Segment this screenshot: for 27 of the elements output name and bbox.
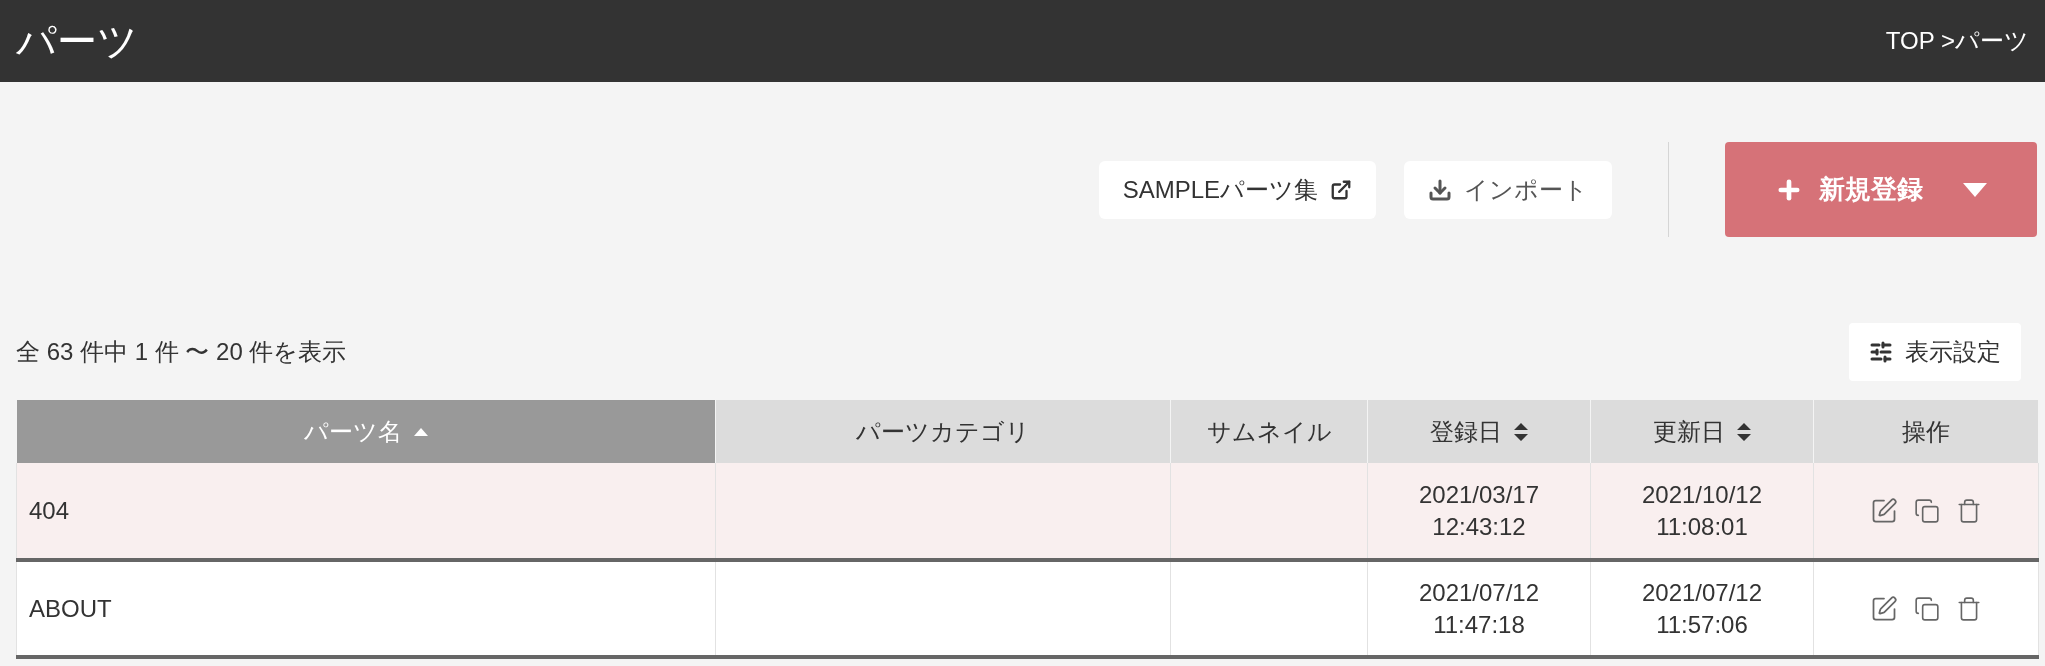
page-title: パーツ <box>16 18 138 65</box>
column-header[interactable]: 更新日 <box>1590 400 1814 463</box>
external-link-icon <box>1330 178 1352 201</box>
table-cell: ABOUT <box>16 560 716 657</box>
trash-icon[interactable] <box>1956 497 1982 524</box>
trash-icon[interactable] <box>1956 595 1982 622</box>
column-header: パーツカテゴリ <box>715 400 1171 463</box>
sample-link-button[interactable]: SAMPLEパーツ集 <box>1098 160 1376 219</box>
copy-icon[interactable] <box>1914 497 1940 524</box>
download-icon <box>1428 177 1452 202</box>
import-button[interactable]: インポート <box>1404 160 1612 219</box>
display-settings-button[interactable]: 表示設定 <box>1849 323 2021 381</box>
copy-icon[interactable] <box>1914 595 1940 622</box>
table-cell: 2021/07/12 11:47:18 <box>1367 560 1591 657</box>
result-count: 全 63 件中 1 件 〜 20 件を表示 <box>16 337 347 367</box>
breadcrumb: TOP >パーツ <box>1885 26 2029 56</box>
table-cell: 2021/10/12 11:08:01 <box>1590 463 1814 560</box>
table-cell: 2021/03/17 12:43:12 <box>1367 463 1591 560</box>
edit-icon[interactable] <box>1870 496 1898 525</box>
column-header: 操作 <box>1813 400 2039 463</box>
edit-icon[interactable] <box>1870 594 1898 623</box>
table-cell: 404 <box>16 463 716 560</box>
column-header: サムネイル <box>1170 400 1368 463</box>
sliders-icon <box>1869 340 1893 364</box>
column-header[interactable]: 登録日 <box>1367 400 1591 463</box>
table-cell: 2021/07/12 11:57:06 <box>1590 560 1814 657</box>
dropdown-caret-icon <box>1963 182 1987 197</box>
